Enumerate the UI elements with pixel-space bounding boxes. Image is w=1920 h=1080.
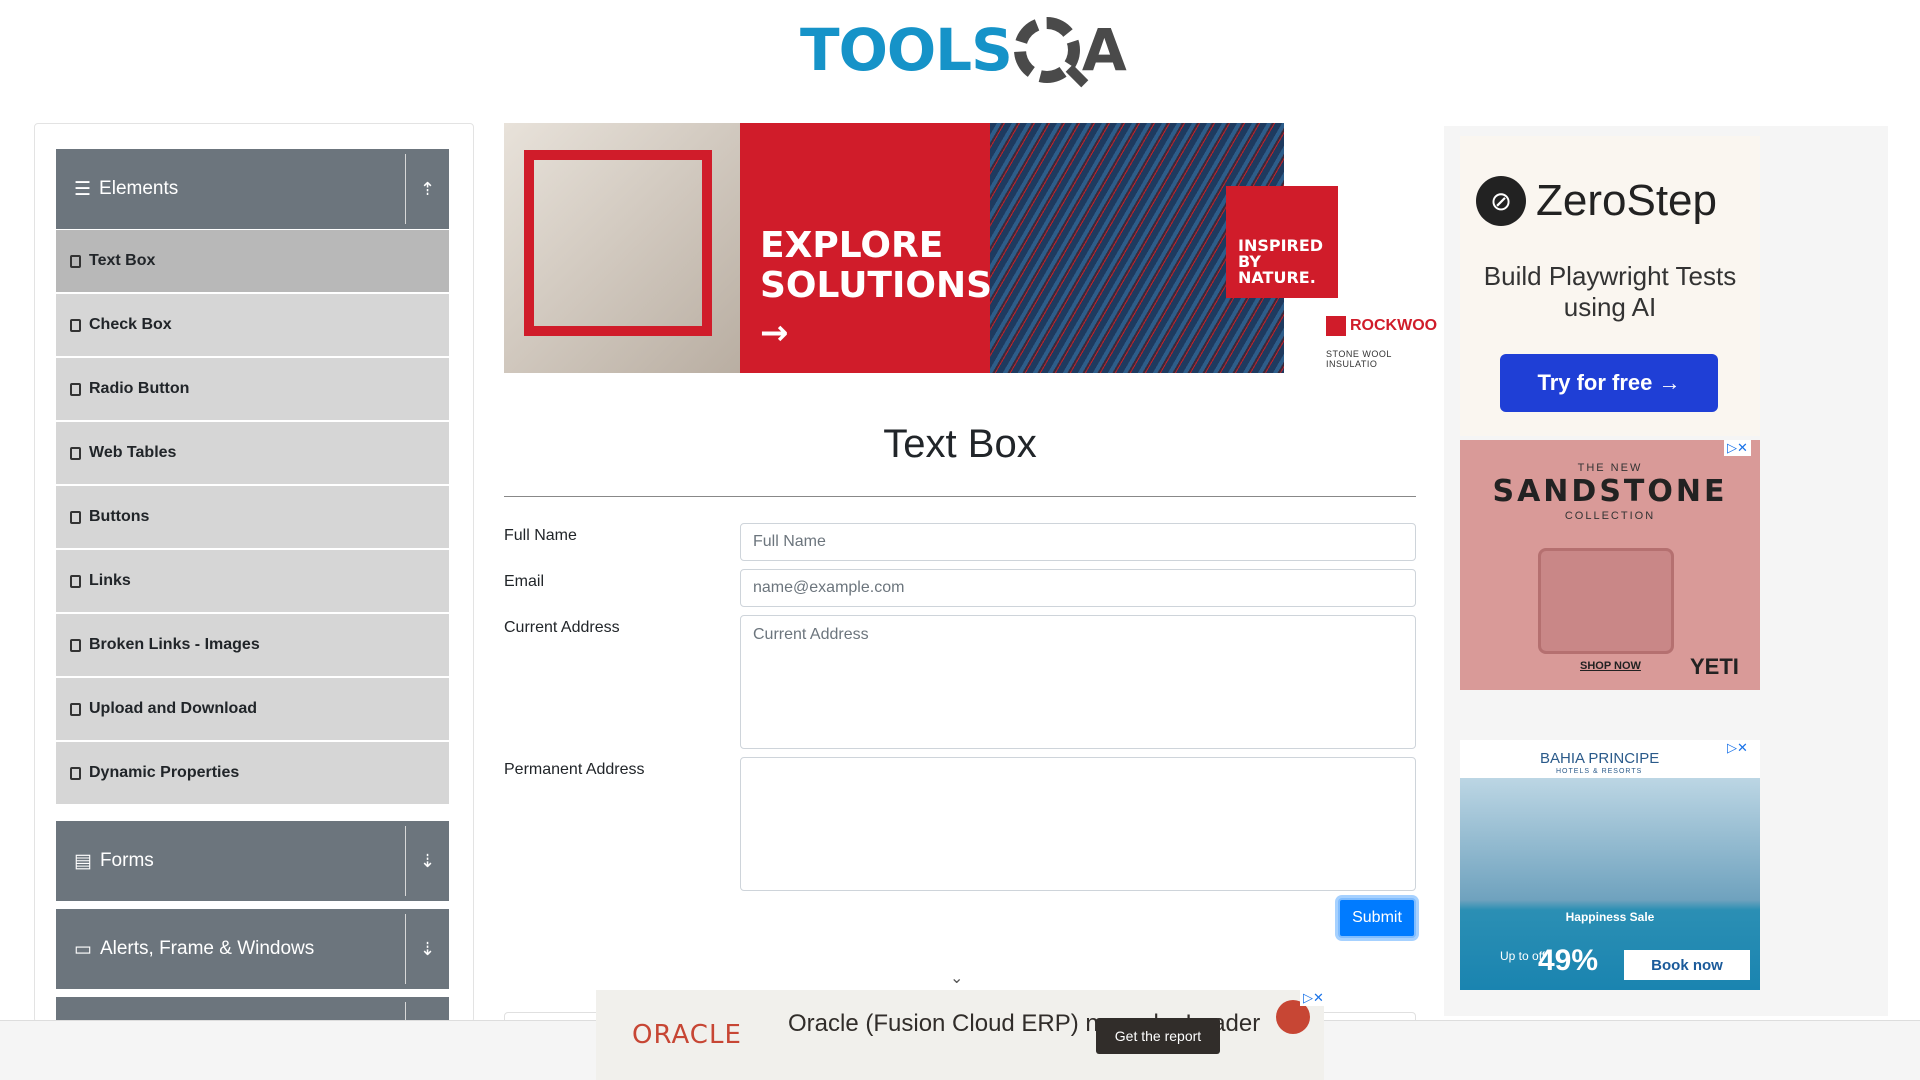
bahia-principe-ad[interactable]: BAHIA PRINCIPE HOTELS & RESORTS Happines… [1460, 740, 1760, 990]
form-icon: ▤ [74, 850, 92, 872]
full-name-label: Full Name [504, 527, 577, 544]
item-icon [70, 510, 81, 524]
zerostep-ad[interactable]: ⊘ ZeroStep Build Playwright Tests using A… [1460, 136, 1760, 436]
current-address-textarea[interactable]: Current Address [740, 615, 1416, 749]
item-icon [70, 638, 81, 652]
rockwool-subtitle: STONE WOOL INSULATIO [1326, 349, 1392, 369]
header: TOOLS A [0, 0, 1920, 100]
rockwool-logo-text: ROCKWOO [1350, 317, 1438, 334]
expand-arrow-icon[interactable]: ⇣ [405, 914, 449, 984]
get-report-button[interactable]: Get the report [1096, 1018, 1220, 1054]
hamburger-icon: ☰ [74, 178, 92, 200]
group-alerts[interactable]: ▭ Alerts, Frame & Windows ⇣ [56, 909, 449, 989]
sidebar-item-upload-download[interactable]: Upload and Download [56, 678, 449, 740]
item-icon [70, 702, 81, 716]
group-forms-label: Forms [99, 850, 154, 871]
bahia-sale: Happiness Sale [1565, 910, 1655, 924]
yeti-ad[interactable]: THE NEW SANDSTONE COLLECTION SHOP NOW YE… [1460, 440, 1760, 690]
submit-button[interactable]: Submit [1338, 898, 1416, 938]
item-icon [70, 382, 81, 396]
bahia-brand: BAHIA PRINCIPE [1540, 750, 1660, 767]
cooler-image [1538, 548, 1674, 654]
title-divider [504, 496, 1416, 497]
gear-icon [1013, 17, 1080, 83]
rockwool-banner-ad[interactable]: EXPLORE SOLUTIONS → INSPIRED BY NATURE. … [504, 123, 1444, 373]
permanent-address-textarea[interactable] [740, 757, 1416, 891]
sidebar-item-label: Web Tables [89, 444, 177, 461]
sidebar-item-buttons[interactable]: Buttons [56, 486, 449, 548]
expand-arrow-icon[interactable]: ⇣ [405, 826, 449, 896]
sidebar-item-check-box[interactable]: Check Box [56, 294, 449, 356]
logo-qa-text: A [1081, 16, 1127, 84]
ad-choices-close-icon[interactable]: ▷✕ [1724, 740, 1751, 756]
item-icon [70, 574, 81, 588]
bahia-percent: 49% [1538, 944, 1599, 977]
logo-tools-text: TOOLS [800, 16, 1013, 84]
yeti-collection: COLLECTION [1564, 510, 1656, 522]
sidebar-item-web-tables[interactable]: Web Tables [56, 422, 449, 484]
logo-qa: A [1012, 16, 1127, 84]
group-alerts-label-wrap: ▭ Alerts, Frame & Windows [56, 938, 405, 961]
item-icon [70, 318, 81, 332]
item-icon [70, 446, 81, 460]
current-address-label: Current Address [504, 619, 620, 636]
group-elements[interactable]: ☰ Elements ⇡ [56, 149, 449, 229]
full-name-input[interactable]: Full Name [740, 523, 1416, 561]
yeti-title: SANDSTONE [1492, 474, 1728, 509]
sidebar-item-dynamic-properties[interactable]: Dynamic Properties [56, 742, 449, 804]
sidebar-item-label: Text Box [89, 252, 156, 269]
zerostep-brand: ZeroStep [1536, 176, 1717, 225]
collapse-arrow-icon[interactable]: ⇡ [405, 154, 449, 224]
ad-choices-close-icon[interactable]: ▷✕ [1724, 440, 1751, 456]
sidebar-item-links[interactable]: Links [56, 550, 449, 612]
yeti-logo: YETI [1690, 654, 1739, 679]
bahia-sub: HOTELS & RESORTS [1556, 768, 1643, 775]
email-label: Email [504, 573, 545, 590]
sidebar-item-label: Dynamic Properties [89, 764, 240, 781]
item-icon [70, 254, 81, 268]
banner-red-panel: EXPLORE SOLUTIONS → [740, 123, 993, 373]
ad-choices-close-icon[interactable]: ▷✕ [1300, 990, 1327, 1006]
page-title: Text Box [883, 422, 1037, 466]
chevron-down-icon[interactable]: ⌄ [950, 968, 963, 988]
zerostep-logo-icon: ⊘ [1476, 176, 1526, 226]
shop-now-link[interactable]: SHOP NOW [1580, 660, 1641, 672]
toolsqa-logo[interactable]: TOOLS A [800, 16, 1127, 84]
permanent-address-label: Permanent Address [504, 761, 645, 778]
item-icon [70, 766, 81, 780]
sidebar-item-label: Buttons [89, 508, 150, 525]
yeti-the-new: THE NEW [1577, 462, 1643, 474]
oracle-ad[interactable]: ORACLE Oracle (Fusion Cloud ERP) named a… [596, 990, 1324, 1080]
sidebar-item-label: Upload and Download [89, 700, 257, 717]
rockwool-logo: ROCKWOO [1326, 316, 1437, 336]
sidebar-item-label: Links [89, 572, 131, 589]
group-forms[interactable]: ▤ Forms ⇣ [56, 821, 449, 901]
group-elements-label-wrap: ☰ Elements [56, 178, 405, 201]
sidebar-item-label: Radio Button [89, 380, 190, 397]
sidebar-item-broken-links[interactable]: Broken Links - Images [56, 614, 449, 676]
sidebar-item-label: Check Box [89, 316, 172, 333]
zerostep-tagline: Build Playwright Tests using AI [1483, 261, 1737, 322]
book-now-button[interactable]: Book now [1624, 950, 1750, 980]
sidebar: ☰ Elements ⇡ Text Box Check Box Radio Bu… [34, 123, 474, 1023]
banner-photo-frame [524, 150, 712, 336]
try-for-free-button[interactable]: Try for free → [1500, 354, 1718, 412]
group-forms-label-wrap: ▤ Forms [56, 850, 405, 873]
oracle-logo: ORACLE [632, 1020, 742, 1050]
banner-photo [504, 123, 740, 373]
group-alerts-label: Alerts, Frame & Windows [99, 938, 315, 959]
sidebar-item-label: Broken Links - Images [89, 636, 260, 653]
banner-headline: EXPLORE SOLUTIONS [760, 225, 993, 306]
zerostep-logo: ⊘ ZeroStep [1476, 176, 1717, 226]
window-icon: ▭ [74, 938, 92, 960]
rockwool-logo-icon [1326, 316, 1346, 336]
arrow-right-icon: → [760, 313, 789, 353]
banner-inspired-badge: INSPIRED BY NATURE. [1226, 186, 1338, 298]
sidebar-item-text-box[interactable]: Text Box [56, 230, 449, 292]
group-elements-label: Elements [99, 178, 179, 199]
sidebar-item-radio-button[interactable]: Radio Button [56, 358, 449, 420]
email-input[interactable]: name@example.com [740, 569, 1416, 607]
